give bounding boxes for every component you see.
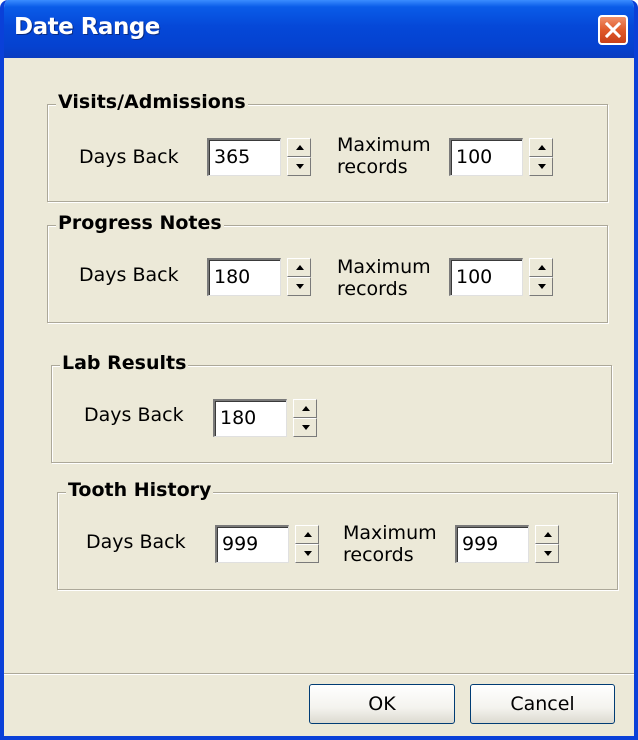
progress-max-records-spinner[interactable] (529, 258, 553, 296)
arrow-up-icon (538, 145, 546, 150)
arrow-down-icon (302, 425, 310, 430)
visits-max-records-spinner[interactable] (529, 138, 553, 176)
spin-up-button[interactable] (529, 258, 553, 277)
visits-days-back-spinner[interactable] (287, 138, 311, 176)
group-title-progress: Progress Notes (56, 212, 224, 234)
group-title-visits: Visits/Admissions (56, 91, 248, 113)
arrow-down-icon (538, 284, 546, 289)
progress-max-records-input[interactable]: 100 (449, 258, 523, 296)
spin-down-button[interactable] (287, 157, 311, 176)
visits-max-label-line1: Maximum (337, 134, 431, 156)
date-range-dialog: Date Range Visits/Admissions Days Back 3… (0, 0, 638, 740)
ok-button[interactable]: OK (309, 684, 455, 724)
window-title: Date Range (14, 14, 160, 40)
arrow-up-icon (296, 145, 304, 150)
footer-divider (4, 673, 634, 675)
tooth-days-back-spinner[interactable] (295, 525, 319, 563)
arrow-up-icon (304, 532, 312, 537)
tooth-days-back-input[interactable]: 999 (215, 525, 289, 563)
progress-days-back-spinner[interactable] (287, 258, 311, 296)
arrow-down-icon (538, 164, 546, 169)
arrow-up-icon (296, 265, 304, 270)
visits-days-back-input[interactable]: 365 (207, 138, 281, 176)
arrow-down-icon (544, 551, 552, 556)
arrow-down-icon (296, 164, 304, 169)
spin-up-button[interactable] (293, 399, 317, 418)
spin-up-button[interactable] (295, 525, 319, 544)
visits-max-label-line2: records (337, 156, 408, 178)
spin-up-button[interactable] (287, 258, 311, 277)
arrow-up-icon (538, 265, 546, 270)
dialog-body: Visits/Admissions Days Back 365 Maximum … (4, 58, 634, 736)
tooth-days-back-label: Days Back (86, 531, 186, 553)
spin-up-button[interactable] (287, 138, 311, 157)
progress-days-back-label: Days Back (79, 264, 179, 286)
tooth-max-records-input[interactable]: 999 (455, 525, 529, 563)
lab-days-back-input[interactable]: 180 (213, 399, 287, 437)
spin-down-button[interactable] (293, 418, 317, 437)
close-button[interactable] (598, 15, 628, 45)
group-title-tooth: Tooth History (66, 479, 214, 501)
spin-down-button[interactable] (295, 544, 319, 563)
tooth-max-records-spinner[interactable] (535, 525, 559, 563)
group-title-lab: Lab Results (60, 352, 189, 374)
arrow-down-icon (296, 284, 304, 289)
lab-days-back-spinner[interactable] (293, 399, 317, 437)
arrow-up-icon (302, 406, 310, 411)
close-icon (605, 22, 621, 38)
visits-days-back-label: Days Back (79, 146, 179, 168)
spin-down-button[interactable] (535, 544, 559, 563)
spin-up-button[interactable] (529, 138, 553, 157)
arrow-down-icon (304, 551, 312, 556)
arrow-up-icon (544, 532, 552, 537)
title-bar[interactable]: Date Range (4, 0, 634, 58)
spin-down-button[interactable] (529, 277, 553, 296)
progress-max-label-line1: Maximum (337, 256, 431, 278)
spin-up-button[interactable] (535, 525, 559, 544)
progress-days-back-input[interactable]: 180 (207, 258, 281, 296)
lab-days-back-label: Days Back (84, 404, 184, 426)
cancel-button[interactable]: Cancel (470, 684, 615, 724)
spin-down-button[interactable] (287, 277, 311, 296)
visits-max-records-input[interactable]: 100 (449, 138, 523, 176)
spin-down-button[interactable] (529, 157, 553, 176)
tooth-max-label-line1: Maximum (343, 522, 437, 544)
progress-max-label-line2: records (337, 278, 408, 300)
tooth-max-label-line2: records (343, 544, 414, 566)
